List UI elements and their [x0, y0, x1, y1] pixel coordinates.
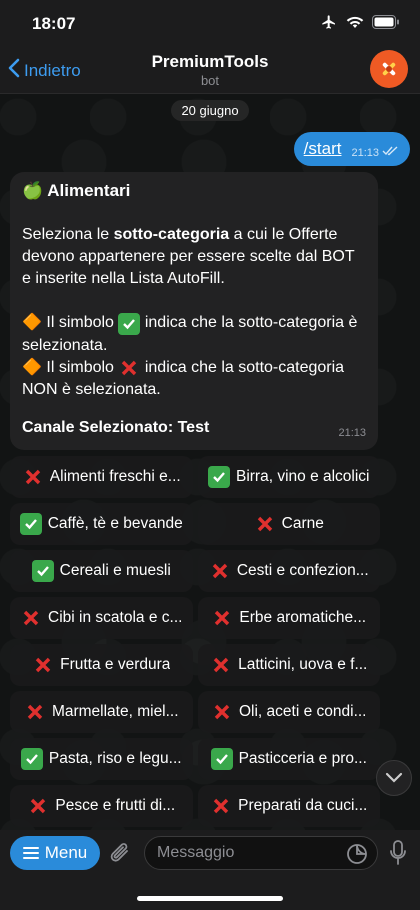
category-button[interactable]: Cesti e confezion... — [197, 550, 380, 592]
keyboard-row: Cibi in scatola e c... Erbe aromatiche... — [10, 597, 380, 639]
category-label: Oli, aceti e condi... — [238, 703, 367, 720]
category-label: Frutta e verdura — [60, 656, 171, 673]
chevron-down-icon — [385, 772, 403, 783]
category-button[interactable]: Marmellate, miel... — [10, 691, 193, 733]
airplane-icon — [320, 14, 338, 30]
chat-subtitle: bot — [200, 73, 220, 88]
category-label: Cibi in scatola e c... — [48, 609, 183, 626]
cross-mark-icon — [210, 795, 232, 817]
home-indicator — [137, 896, 283, 901]
selected-channel: Canale Selezionato: Test — [22, 419, 210, 436]
sticker-icon — [347, 844, 367, 864]
status-time: 18:07 — [32, 14, 76, 33]
command-link[interactable]: /start — [304, 139, 342, 159]
check-mark-icon — [210, 748, 233, 770]
category-label: Preparati da cuci... — [238, 797, 368, 814]
message-input[interactable] — [144, 836, 378, 870]
chat-header: Indietro PremiumTools bot — [0, 48, 420, 94]
bot-avatar[interactable] — [370, 50, 408, 88]
keyboard-row: Alimenti freschi e... Birra, vino e alcol… — [10, 456, 380, 498]
check-mark-icon — [118, 313, 141, 335]
wifi-icon — [346, 15, 364, 29]
keyboard-row: Caffè, tè e bevande Carne — [10, 503, 380, 545]
category-button[interactable]: Cibi in scatola e c... — [10, 597, 193, 639]
sticker-button[interactable] — [346, 843, 368, 870]
category-button[interactable]: Latticini, uova e f... — [197, 644, 380, 686]
cross-mark-icon — [211, 701, 233, 723]
microphone-icon — [390, 840, 406, 865]
cross-mark-icon — [211, 607, 233, 629]
incoming-message[interactable]: 🍏 Alimentari Seleziona le sotto-categori… — [10, 172, 378, 450]
category-button[interactable]: Birra, vino e alcolici — [197, 456, 380, 498]
category-button[interactable]: Pasta, riso e legu... — [10, 738, 193, 780]
category-button[interactable]: Erbe aromatiche... — [197, 597, 380, 639]
category-button[interactable]: Pasticceria e pro... — [197, 738, 380, 780]
voice-button[interactable] — [388, 839, 408, 872]
message-title: 🍏 Alimentari — [22, 181, 131, 200]
message-meta: 21:13 — [351, 146, 398, 159]
cross-mark-icon — [22, 466, 44, 488]
keyboard-row: Cereali e muesli Cesti e confezion... — [10, 550, 380, 592]
cross-mark-icon — [32, 654, 54, 676]
menu-label: Menu — [44, 843, 88, 862]
cross-mark-icon — [24, 701, 46, 723]
category-button[interactable]: Oli, aceti e condi... — [197, 691, 380, 733]
cross-mark-icon — [118, 357, 140, 379]
menu-button[interactable]: Menu — [10, 836, 100, 870]
category-label: Marmellate, miel... — [51, 703, 179, 720]
date-separator: 20 giugno — [0, 100, 420, 121]
cross-mark-icon — [20, 607, 42, 629]
keyboard-row: Pasta, riso e legu... Pasticceria e pro..… — [10, 738, 380, 780]
paperclip-icon — [110, 843, 128, 862]
status-bar: 18:07 — [0, 0, 420, 48]
category-label: Erbe aromatiche... — [239, 609, 367, 626]
category-button[interactable]: Caffè, tè e bevande — [10, 503, 193, 545]
battery-icon — [372, 15, 400, 29]
category-label: Caffè, tè e bevande — [47, 515, 183, 532]
chat-title[interactable]: PremiumTools — [0, 52, 420, 72]
keyboard-row: Frutta e verdura Latticini, uova e f... — [10, 644, 380, 686]
cross-mark-icon — [209, 560, 231, 582]
category-button[interactable]: Frutta e verdura — [10, 644, 193, 686]
category-label: Latticini, uova e f... — [238, 656, 368, 673]
category-label: Pesce e frutti di... — [55, 797, 176, 814]
category-button[interactable]: Pesce e frutti di... — [10, 785, 193, 827]
category-button[interactable]: Carne — [197, 503, 380, 545]
menu-icon — [22, 847, 39, 859]
category-label: Pasticceria e pro... — [238, 750, 367, 767]
cross-mark-icon — [254, 513, 276, 535]
keyboard-row: Pesce e frutti di... Preparati da cuci... — [10, 785, 380, 827]
keyboard-row: Marmellate, miel... Oli, aceti e condi... — [10, 691, 380, 733]
status-icons — [320, 14, 400, 30]
attach-button[interactable] — [108, 840, 132, 871]
category-button[interactable]: Cereali e muesli — [10, 550, 193, 592]
check-mark-icon — [207, 466, 230, 488]
category-label: Cereali e muesli — [59, 562, 171, 579]
inline-keyboard: Alimenti freschi e... Birra, vino e alcol… — [10, 456, 380, 832]
scroll-down-button[interactable] — [376, 760, 412, 796]
category-label: Pasta, riso e legu... — [48, 750, 182, 767]
outgoing-message[interactable]: /start 21:13 — [293, 132, 410, 166]
category-label: Carne — [281, 515, 324, 532]
category-label: Cesti e confezion... — [236, 562, 369, 579]
message-legend: 🔶 Il simbolo indica che la sotto-categor… — [22, 313, 358, 398]
check-mark-icon — [31, 560, 54, 582]
category-label: Birra, vino e alcolici — [235, 468, 370, 485]
message-time: 21:13 — [338, 427, 366, 439]
tools-icon — [382, 62, 396, 76]
cross-mark-icon — [27, 795, 49, 817]
category-label: Alimenti freschi e... — [49, 468, 181, 485]
category-button[interactable]: Alimenti freschi e... — [10, 456, 193, 498]
double-check-icon — [382, 146, 398, 159]
cross-mark-icon — [210, 654, 232, 676]
date-label: 20 giugno — [171, 100, 249, 121]
check-mark-icon — [19, 513, 42, 535]
check-mark-icon — [20, 748, 43, 770]
category-button[interactable]: Preparati da cuci... — [197, 785, 380, 827]
message-intro: Seleziona le sotto-categoria a cui le Of… — [22, 226, 355, 287]
message-time: 21:13 — [351, 146, 379, 159]
